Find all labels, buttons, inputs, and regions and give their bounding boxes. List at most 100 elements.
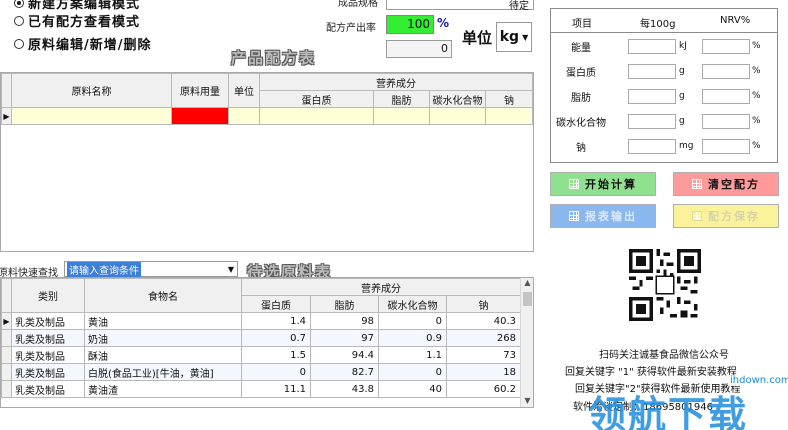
food-protein-cell[interactable]: 1.4 <box>241 312 311 330</box>
food-fat-cell[interactable]: 43.8 <box>310 380 379 398</box>
col-carb-header[interactable]: 碳水化合物 <box>429 90 486 108</box>
table-row[interactable]: ▶ 乳类及制品 黄油 1.4 98 0 40.3 <box>1 312 521 330</box>
food-sodium-cell[interactable]: 18 <box>446 363 521 381</box>
grid-icon <box>692 211 702 221</box>
recipe-name-cell[interactable] <box>11 107 172 125</box>
nutrition-nrv-field[interactable] <box>702 63 750 79</box>
unit-select[interactable]: kg ▼ <box>496 22 532 52</box>
scroll-down-icon[interactable]: ▼ <box>521 396 533 405</box>
food-protein-cell[interactable]: 11.1 <box>241 380 311 398</box>
food-fat-cell[interactable]: 94.4 <box>310 346 379 364</box>
search-input[interactable]: 请输入查询条件 ▼ <box>64 261 238 277</box>
food-carb-cell[interactable]: 40 <box>378 380 447 398</box>
search-value: 请输入查询条件 <box>67 261 141 277</box>
col-unit-header[interactable]: 单位 <box>228 73 260 108</box>
col-sodium-header[interactable]: 钠 <box>485 90 533 108</box>
recipe-protein-cell[interactable] <box>259 107 374 125</box>
food-carb-cell[interactable]: 0.9 <box>378 329 447 347</box>
row-marker[interactable] <box>1 329 12 347</box>
food-protein-cell[interactable]: 0 <box>241 363 311 381</box>
col-amount-header[interactable]: 原料用量 <box>171 73 229 108</box>
recipe-carb-cell[interactable] <box>429 107 486 125</box>
nutrition-pct: % <box>752 116 761 126</box>
nutrition-nrv-field[interactable] <box>702 88 750 104</box>
radio-new[interactable] <box>14 0 24 8</box>
nutrition-nrv-field[interactable] <box>702 113 750 129</box>
table-row[interactable]: 乳类及制品 白脱(食品工业)[牛油，黄油] 0 82.7 0 18 <box>1 363 521 381</box>
save-recipe-button[interactable]: 配方保存 <box>673 204 779 228</box>
nutrition-per100-field[interactable] <box>628 38 676 54</box>
food-category-cell[interactable]: 乳类及制品 <box>11 380 85 398</box>
recipe-sodium-cell[interactable] <box>485 107 533 125</box>
nutrition-per100-field[interactable] <box>628 88 676 104</box>
row-marker[interactable]: ▶ <box>1 312 12 330</box>
food-protein-cell[interactable]: 1.5 <box>241 346 311 364</box>
recipe-table: 原料名称 原料用量 单位 营养成分 蛋白质 脂肪 碳水化合物 钠 ▶ <box>1 73 533 125</box>
col-fat-header[interactable]: 脂肪 <box>373 90 430 108</box>
start-calc-label: 开始计算 <box>585 178 637 191</box>
yield-value: 100 <box>407 17 430 31</box>
table-row[interactable]: ▶ <box>1 107 533 125</box>
nutrition-nrv-field[interactable] <box>702 138 750 154</box>
table-row[interactable]: 乳类及制品 黄油渣 11.1 43.8 40 60.2 <box>1 380 521 398</box>
mode-view-option[interactable]: 已有配方查看模式 <box>14 11 140 30</box>
food-sodium-cell[interactable]: 268 <box>446 329 521 347</box>
recipe-amount-cell[interactable] <box>171 107 229 125</box>
row-marker[interactable] <box>1 346 12 364</box>
food-carb-cell[interactable]: 0 <box>378 312 447 330</box>
scroll-up-icon[interactable]: ▲ <box>521 278 533 290</box>
row-marker[interactable] <box>1 363 12 381</box>
food-name-cell[interactable]: 黄油渣 <box>84 380 242 398</box>
export-report-label: 报表输出 <box>585 210 637 223</box>
nutrition-head-nrv: NRV% <box>720 15 751 26</box>
food-name-cell[interactable]: 白脱(食品工业)[牛油，黄油] <box>84 363 242 381</box>
food-sodium-cell[interactable]: 60.2 <box>446 380 521 398</box>
food-name-cell[interactable]: 奶油 <box>84 329 242 347</box>
nutrition-per100-field[interactable] <box>628 113 676 129</box>
recipe-unit-cell[interactable] <box>228 107 260 125</box>
grid-icon <box>692 179 702 189</box>
nutrition-per100-field[interactable] <box>628 138 676 154</box>
col-carb-header[interactable]: 碳水化合物 <box>378 295 447 313</box>
food-category-cell[interactable]: 乳类及制品 <box>11 312 85 330</box>
row-marker[interactable] <box>1 380 12 398</box>
table-row[interactable]: 乳类及制品 酥油 1.5 94.4 1.1 73 <box>1 346 521 364</box>
col-protein-header[interactable]: 蛋白质 <box>241 295 311 313</box>
nutrition-pct: % <box>752 66 761 76</box>
food-fat-cell[interactable]: 97 <box>310 329 379 347</box>
food-sodium-cell[interactable]: 73 <box>446 346 521 364</box>
food-name-cell[interactable]: 黄油 <box>84 312 242 330</box>
food-category-cell[interactable]: 乳类及制品 <box>11 346 85 364</box>
recipe-fat-cell[interactable] <box>373 107 430 125</box>
food-category-cell[interactable]: 乳类及制品 <box>11 329 85 347</box>
table-row[interactable]: 乳类及制品 奶油 0.7 97 0.9 268 <box>1 329 521 347</box>
food-category-cell[interactable]: 乳类及制品 <box>11 363 85 381</box>
spec-field[interactable]: 待定 <box>386 0 534 12</box>
spec-value: 待定 <box>509 1 529 12</box>
scroll-thumb[interactable] <box>523 292 532 306</box>
food-sodium-cell[interactable]: 40.3 <box>446 312 521 330</box>
food-protein-cell[interactable]: 0.7 <box>241 329 311 347</box>
food-carb-cell[interactable]: 1.1 <box>378 346 447 364</box>
col-protein-header[interactable]: 蛋白质 <box>259 90 374 108</box>
col-food-name-header[interactable]: 食物名 <box>84 278 242 313</box>
yield-input[interactable]: 100 <box>386 15 434 34</box>
radio-edit[interactable] <box>14 38 24 49</box>
nutrition-group-header: 营养成分 <box>259 73 533 91</box>
mode-edit-option[interactable]: 原料编辑/新增/删除 <box>14 34 152 53</box>
start-calc-button[interactable]: 开始计算 <box>550 172 656 196</box>
food-fat-cell[interactable]: 82.7 <box>310 363 379 381</box>
col-category-header[interactable]: 类别 <box>11 278 85 313</box>
export-report-button[interactable]: 报表输出 <box>550 204 656 228</box>
food-table-scrollbar[interactable]: ▲ ▼ <box>520 278 533 407</box>
col-name-header[interactable]: 原料名称 <box>11 73 172 108</box>
food-fat-cell[interactable]: 98 <box>310 312 379 330</box>
food-carb-cell[interactable]: 0 <box>378 363 447 381</box>
food-name-cell[interactable]: 酥油 <box>84 346 242 364</box>
clear-recipe-button[interactable]: 清空配方 <box>673 172 779 196</box>
col-sodium-header[interactable]: 钠 <box>446 295 521 313</box>
radio-view[interactable] <box>14 15 24 26</box>
nutrition-nrv-field[interactable] <box>702 38 750 54</box>
nutrition-per100-field[interactable] <box>628 63 676 79</box>
col-fat-header[interactable]: 脂肪 <box>310 295 379 313</box>
